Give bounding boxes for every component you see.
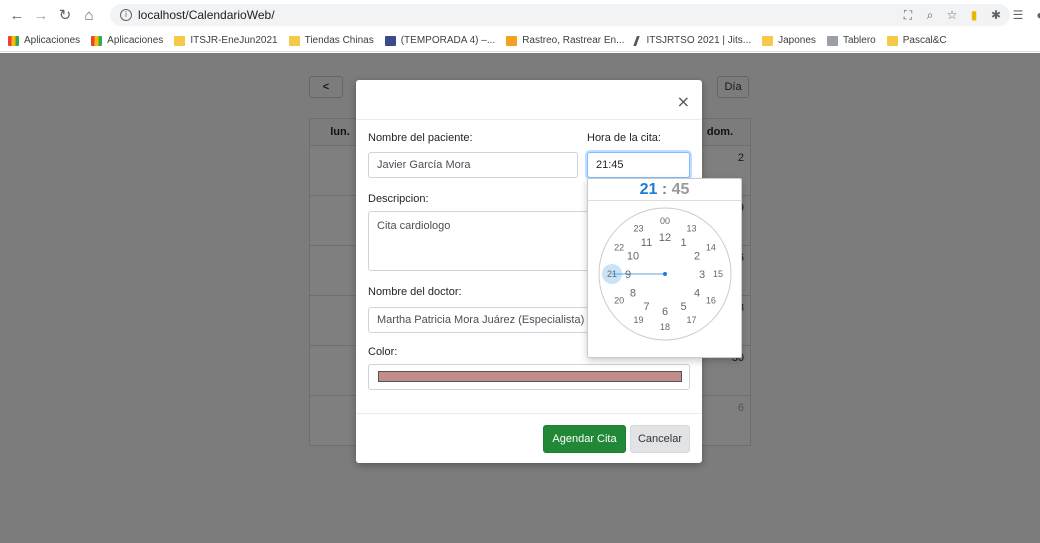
clock-hour-option[interactable]: 2 [694,250,700,262]
bookmark-item[interactable]: ITSJRTSO 2021 | Jits... [633,35,751,46]
clock-hour-option[interactable]: 13 [686,223,696,233]
bookmark-item[interactable]: ITSJR-EneJun2021 [174,35,278,46]
clock-hour-option[interactable]: 19 [633,315,643,325]
schedule-appointment-button[interactable]: Agendar Cita [543,425,626,453]
description-label: Descripcion: [368,193,429,205]
divider [356,119,702,120]
profile-avatar-icon[interactable]: ● [1030,5,1040,25]
extensions-area: ⛶ ⌕ ☆ ▮ ✱ ☰ ● ⋮ [896,5,1040,25]
bookmarks-bar: Aplicaciones Aplicaciones ITSJR-EneJun20… [0,30,1040,52]
bookmark-item[interactable]: Pascal&C [886,35,947,46]
clock-hour-option[interactable]: 11 [641,237,652,249]
clock-hour-option[interactable]: 10 [627,250,639,262]
time-input[interactable]: 21:45 [587,152,690,178]
zoom-icon[interactable]: ⌕ [920,5,940,25]
clock-hour-option[interactable]: 23 [633,223,643,233]
clock-hour-option[interactable]: 17 [686,315,696,325]
translate-icon[interactable]: ⛶ [898,5,918,25]
site-favicon-icon [384,35,396,46]
bookmark-item[interactable]: Rastreo, Rastrear En... [506,35,624,46]
clock-hour-option[interactable]: 20 [614,296,624,306]
clock-hour-option[interactable]: 14 [706,243,716,253]
clock-hour-option[interactable]: 18 [660,322,670,332]
clock-hour-option[interactable]: 4 [694,287,700,299]
browser-toolbar: ← → ↻ ⌂ i localhost/CalendarioWeb/ ⛶ ⌕ ☆… [0,0,1040,30]
info-icon[interactable]: i [120,9,132,21]
color-label: Color: [368,346,398,358]
clock-hour-option[interactable]: 15 [713,269,723,279]
clockpicker-popover: 21 : 45 00 13 14 15 16 17 18 19 20 21 22 23 12 1 2 3 4 5 6… [587,178,742,358]
clock-hour-option[interactable]: 22 [614,243,624,253]
clock-minutes[interactable]: 45 [672,181,690,198]
clock-hours[interactable]: 21 [640,181,658,198]
clock-dial[interactable]: 00131415161718192021222312 1234567891011 [597,206,733,342]
address-bar[interactable]: i localhost/CalendarioWeb/ [110,4,1010,26]
patient-name-input[interactable]: Javier García Mora [368,152,578,178]
site-favicon-icon [506,35,518,46]
folder-icon [288,35,300,46]
clock-center-dot [663,272,667,276]
reading-list-icon[interactable]: ☰ [1008,5,1028,25]
divider [356,413,702,414]
clock-hour-option[interactable]: 3 [699,269,705,281]
star-icon[interactable]: ☆ [942,5,962,25]
back-arrow-icon[interactable]: ← [6,4,28,26]
folder-icon [174,35,186,46]
cancel-button[interactable]: Cancelar [630,425,690,453]
folder-icon [762,35,774,46]
bookmark-item[interactable]: Tablero [826,35,876,46]
puzzle-icon[interactable]: ✱ [986,5,1006,25]
patient-label: Nombre del paciente: [368,132,473,144]
feather-icon [633,35,644,46]
clock-hour-option[interactable]: 00 [660,216,670,226]
time-label: Hora de la cita: [587,132,661,144]
clock-hour-option[interactable]: 8 [630,287,636,299]
clock-hour-option[interactable]: 16 [706,296,716,306]
color-input[interactable] [368,364,690,390]
clock-hour-option[interactable]: 7 [643,301,649,313]
doctor-label: Nombre del doctor: [368,286,462,298]
close-icon[interactable]: × [677,92,690,111]
board-icon [826,35,838,46]
forward-arrow-icon[interactable]: → [30,4,52,26]
extension-icon[interactable]: ▮ [964,5,984,25]
bookmark-item[interactable]: Tiendas Chinas [288,35,374,46]
bookmark-item[interactable]: (TEMPORADA 4) –... [384,35,495,46]
bookmark-item[interactable]: Aplicaciones [91,35,163,46]
clock-hour-option[interactable]: 1 [680,237,686,249]
folder-icon [886,35,898,46]
bookmark-item[interactable]: Japones [762,35,816,46]
clock-hour-option[interactable]: 9 [625,269,631,281]
address-url: localhost/CalendarioWeb/ [138,8,275,22]
clock-hour-option[interactable]: 5 [680,301,686,313]
apps-icon [8,35,19,46]
apps-icon [91,35,103,46]
clock-hour-option[interactable]: 12 [659,232,671,244]
clockpicker-display: 21 : 45 [588,179,741,201]
clock-hour-option[interactable]: 6 [662,306,668,318]
bookmark-item[interactable]: Aplicaciones [8,35,80,46]
clock-hour-option[interactable]: 21 [607,269,617,279]
color-swatch [378,371,682,382]
home-icon[interactable]: ⌂ [78,4,100,26]
reload-icon[interactable]: ↻ [54,4,76,26]
